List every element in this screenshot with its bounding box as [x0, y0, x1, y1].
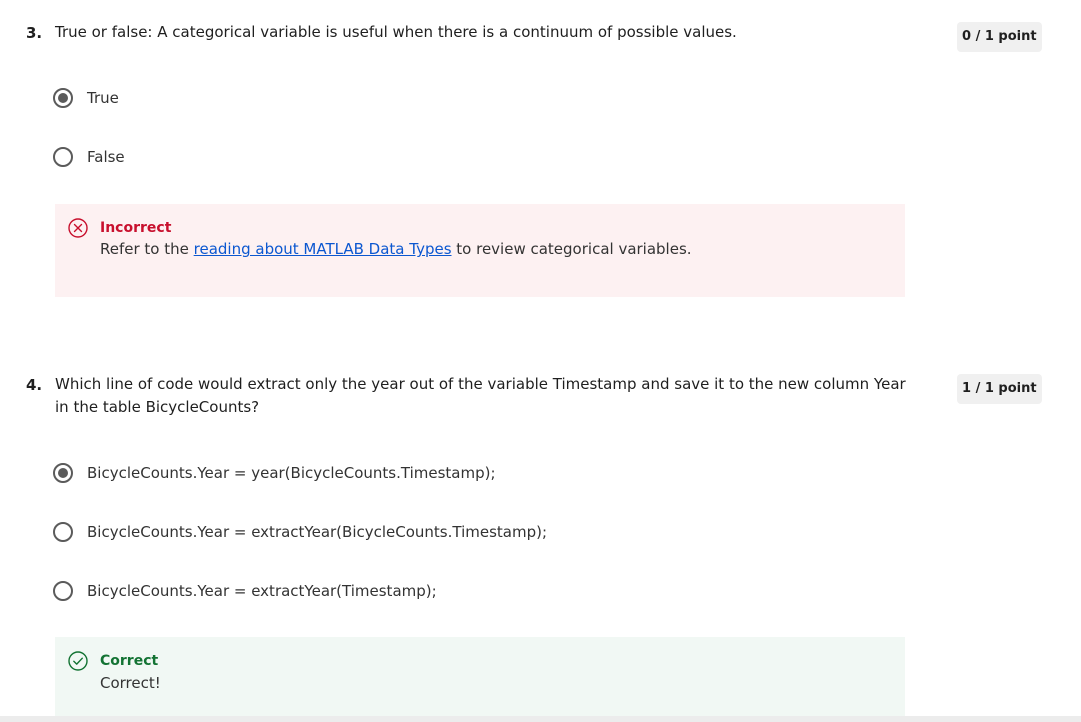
option-label: BicycleCounts.Year = extractYear(Bicycle…	[87, 523, 548, 541]
x-circle-icon	[68, 218, 88, 238]
option-year[interactable]: BicycleCounts.Year = year(BicycleCounts.…	[53, 461, 496, 485]
bottom-divider	[0, 716, 1081, 722]
feedback-status: Incorrect	[100, 220, 172, 236]
radio-selected-icon[interactable]	[53, 88, 73, 108]
question-number: 3.	[26, 24, 43, 42]
option-label: BicycleCounts.Year = year(BicycleCounts.…	[87, 464, 496, 482]
option-extractyear-timestamp[interactable]: BicycleCounts.Year = extractYear(Timesta…	[53, 579, 437, 603]
radio-unselected-icon[interactable]	[53, 522, 73, 542]
points-badge: 1 / 1 point	[957, 374, 1042, 404]
option-true[interactable]: True	[53, 86, 119, 110]
feedback-body: Refer to the reading about MATLAB Data T…	[100, 240, 692, 258]
quiz-results-page: 3. True or false: A categorical variable…	[0, 0, 1081, 722]
reading-link[interactable]: reading about MATLAB Data Types	[194, 240, 452, 258]
option-extractyear-table[interactable]: BicycleCounts.Year = extractYear(Bicycle…	[53, 520, 547, 544]
question-text: True or false: A categorical variable is…	[55, 23, 737, 41]
question-number: 4.	[26, 376, 43, 394]
feedback-header: Correct	[68, 651, 158, 671]
option-label: BicycleCounts.Year = extractYear(Timesta…	[87, 582, 437, 600]
radio-selected-icon[interactable]	[53, 463, 73, 483]
radio-unselected-icon[interactable]	[53, 581, 73, 601]
option-label: True	[87, 89, 119, 107]
feedback-body: Correct!	[100, 674, 161, 692]
points-badge: 0 / 1 point	[957, 22, 1042, 52]
option-false[interactable]: False	[53, 145, 125, 169]
feedback-text: Refer to the	[100, 240, 194, 258]
feedback-text: to review categorical variables.	[451, 240, 692, 258]
feedback-header: Incorrect	[68, 218, 171, 238]
feedback-correct: Correct Correct!	[55, 637, 905, 717]
check-circle-icon	[68, 651, 88, 671]
radio-unselected-icon[interactable]	[53, 147, 73, 167]
option-label: False	[87, 148, 125, 166]
feedback-incorrect: Incorrect Refer to the reading about MAT…	[55, 204, 905, 297]
question-text: Which line of code would extract only th…	[55, 375, 906, 416]
feedback-status: Correct	[100, 653, 159, 669]
